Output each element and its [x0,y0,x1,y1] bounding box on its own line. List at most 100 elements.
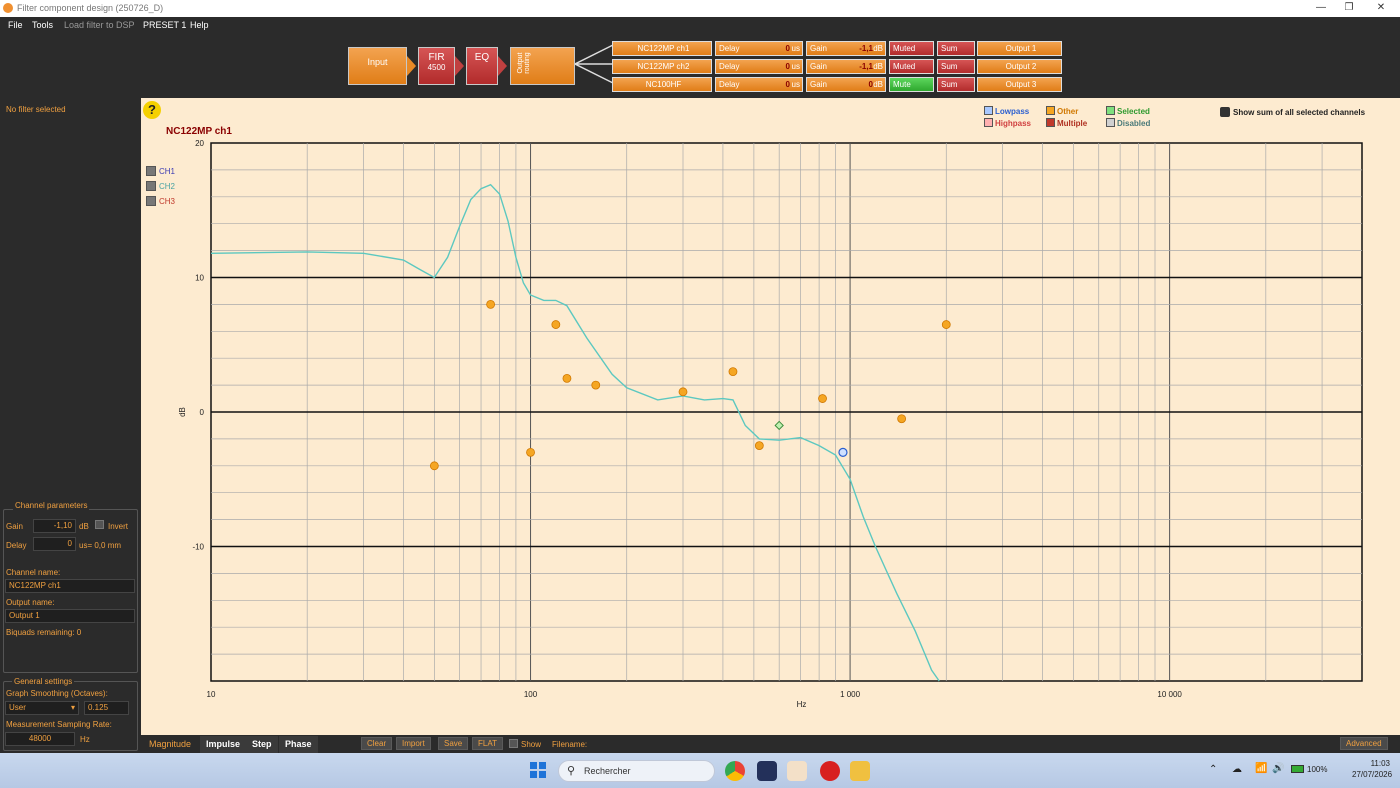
output-chip[interactable]: Output 2 [977,59,1062,74]
search-box[interactable]: ⚲ Rechercher [558,760,715,782]
mute-chip[interactable]: Muted [889,41,934,56]
delay-unit: us [791,62,800,71]
gain-chip[interactable]: Gain 0 dB [806,77,886,92]
minimize-button[interactable]: — [1306,0,1336,17]
input-label: Input [367,57,388,67]
advanced-button[interactable]: Advanced [1340,737,1388,750]
search-icon: ⚲ [567,765,576,777]
filter-point-lowpass [838,447,848,457]
input-block[interactable]: Input [348,47,407,85]
import-button[interactable]: Import [396,737,431,750]
channel-chip[interactable]: NC122MP ch1 [612,41,712,56]
output-label: Output 1 [1005,44,1037,53]
rew-icon[interactable] [757,761,777,781]
network-icon[interactable]: ☁ [1232,764,1242,775]
clear-button[interactable]: Clear [361,737,393,750]
output-chip[interactable]: Output 1 [977,41,1062,56]
mute-label: Muted [893,62,916,71]
chevron-up-icon[interactable]: ⌃ [1209,764,1217,775]
delay-chip[interactable]: Delay 0 us [715,77,803,92]
mute-label: Mute [893,80,911,89]
tab-impulse[interactable]: Impulse [200,736,247,753]
fir-block[interactable]: FIR 4500 [418,47,455,85]
filter-point [678,387,688,397]
sampling-unit: Hz [80,735,90,744]
filter-point [526,447,535,457]
sum-label: Sum [941,62,958,71]
eq-block[interactable]: EQ [466,47,498,85]
mute-label: Muted [893,44,916,53]
tab-step[interactable]: Step [246,736,278,753]
clock[interactable]: 11:03 27/07/2026 [1352,759,1392,779]
fir-label: FIR [428,52,445,63]
chrome-icon[interactable] [725,761,745,781]
sum-chip[interactable]: Sum [937,41,975,56]
mute-chip[interactable]: Mute [889,77,934,92]
sum-chip[interactable]: Sum [937,59,975,74]
y-axis-label: dB [178,407,187,417]
output-name-input[interactable]: Output 1 [5,609,135,623]
battery-icon[interactable] [1291,765,1304,773]
smoothing-value-input[interactable]: 0.125 [84,701,129,715]
gain-chip[interactable]: Gain -1,1 dB [806,41,886,56]
gain-unit: dB [873,80,883,89]
output-chip[interactable]: Output 3 [977,77,1062,92]
smoothing-mode-select[interactable]: User ▾ [5,701,79,715]
channel-params-title: Channel parameters [13,501,90,510]
file-explorer-icon[interactable] [850,761,870,781]
channel-name-input[interactable]: NC122MP ch1 [5,579,135,593]
delay-unit: us [791,44,800,53]
output-label: Output 3 [1005,80,1037,89]
gain-label: Gain [810,44,827,53]
delay-value: 0 [785,44,790,53]
menu-tools[interactable]: Tools [32,20,53,30]
output-routing-block[interactable]: Output routing [510,47,575,85]
filter-point [728,367,738,377]
channel-name: NC122MP ch2 [637,62,690,71]
gain-value: -1,1 [859,62,873,71]
app-c-icon[interactable] [820,761,840,781]
channel-chip[interactable]: NC122MP ch2 [612,59,712,74]
tab-phase[interactable]: Phase [279,736,318,753]
channel-name-label: Channel name: [6,568,61,577]
menu-preset[interactable]: PRESET 1 [143,20,186,30]
magnitude-chart[interactable]: 20100-1010 100 1 000 10 000dBHz [141,98,1400,735]
delay-label: Delay [719,80,740,89]
routing-lines [575,44,614,84]
sum-label: Sum [941,44,958,53]
invert-checkbox[interactable] [95,520,104,529]
delay-chip[interactable]: Delay 0 us [715,41,803,56]
filter-point [591,380,601,390]
menu-file[interactable]: File [8,20,23,30]
filter-point [897,414,907,424]
sampling-rate-input[interactable]: 48000 [5,732,75,746]
close-button[interactable]: ✕ [1366,0,1396,17]
windows-start-icon[interactable] [529,761,549,781]
menu-help[interactable]: Help [190,20,209,30]
save-button[interactable]: Save [438,737,469,750]
chevron-down-icon: ▾ [70,703,75,712]
graph-area: ? NC122MP ch1 CH1 CH2 CH3 Lowpass Highpass O… [141,98,1400,735]
menu-load-filter[interactable]: Load filter to DSP [64,20,135,30]
sum-chip[interactable]: Sum [937,77,975,92]
wifi-icon[interactable]: 📶 [1255,763,1267,774]
filter-point [562,373,572,383]
delay-label: Delay [719,62,740,71]
flat-button[interactable]: FLAT [472,737,503,750]
maximize-button[interactable]: ❐ [1334,0,1364,17]
taskbar: ⚲ Rechercher ⌃ ☁ 📶 🔊 100% 11:03 27/07/20… [0,753,1400,788]
gain-input[interactable]: -1,10 [33,519,76,533]
channel-chip[interactable]: NC100HF [612,77,712,92]
delay-chip[interactable]: Delay 0 us [715,59,803,74]
sum-label: Sum [941,80,958,89]
channel-name: NC100HF [645,80,682,89]
channel-name: NC122MP ch1 [637,44,690,53]
filter-design-app-icon[interactable] [787,761,807,781]
volume-icon[interactable]: 🔊 [1272,763,1284,774]
gain-chip[interactable]: Gain -1,1 dB [806,59,886,74]
delay-input[interactable]: 0 [33,537,76,551]
mute-chip[interactable]: Muted [889,59,934,74]
tab-magnitude[interactable]: Magnitude [143,736,198,753]
show-checkbox[interactable] [509,739,518,748]
filter-point [551,320,561,329]
